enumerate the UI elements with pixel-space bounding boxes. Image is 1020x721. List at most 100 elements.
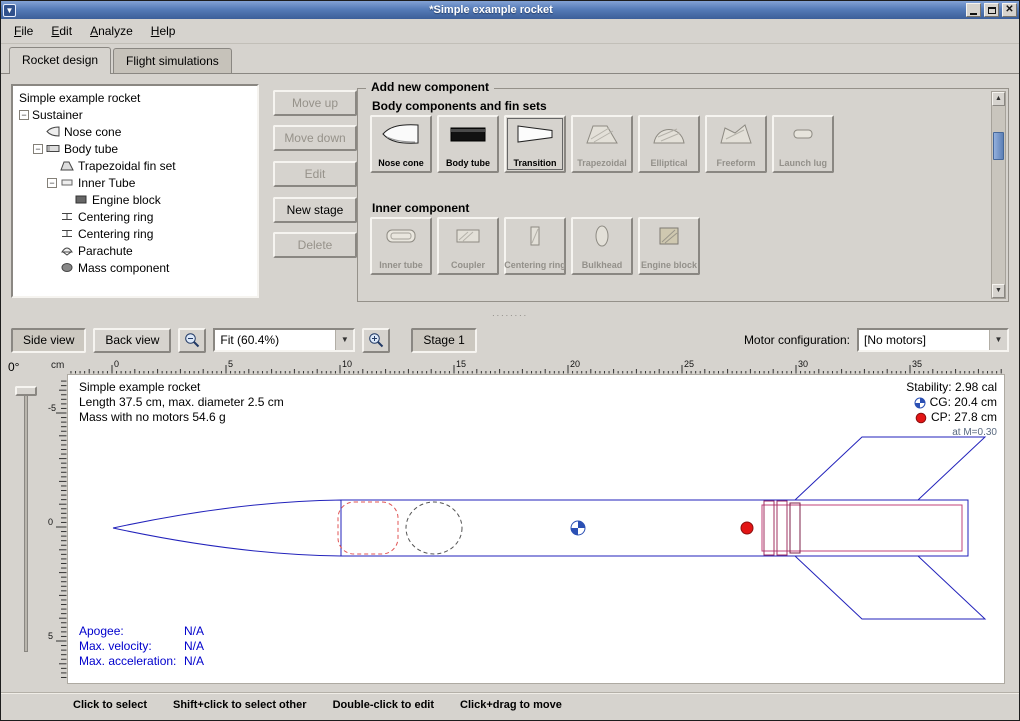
add-elliptical-fin-button: Elliptical	[638, 115, 700, 173]
maximize-icon	[988, 7, 996, 14]
add-trapezoidal-fin-button: Trapezoidal	[571, 115, 633, 173]
svg-text:25: 25	[684, 359, 694, 369]
trapezoidal-fin-icon	[582, 121, 622, 147]
rocket-dimensions: Length 37.5 cm, max. diameter 2.5 cm	[79, 395, 284, 410]
rocket-canvas: 0° cm 05101520253035 -505	[1, 358, 1019, 692]
stability-info: Stability: 2.98 cal CG: 20.4 cm CP: 27.8…	[906, 380, 997, 440]
delete-button: Delete	[273, 232, 357, 258]
rocket-info: Simple example rocket Length 37.5 cm, ma…	[79, 380, 284, 425]
component-tree: Simple example rocket − Sustainer Nose c…	[11, 84, 259, 298]
move-up-button: Move up	[273, 90, 357, 116]
horizontal-ruler: 05101520253035	[67, 358, 1005, 374]
tree-item-centering-ring-1[interactable]: Centering ring	[15, 208, 255, 225]
flight-info: Apogee:N/A Max. velocity:N/A Max. accele…	[79, 624, 204, 669]
svg-text:35: 35	[912, 359, 922, 369]
max-acceleration-value: N/A	[184, 654, 204, 668]
zoom-combobox[interactable]: Fit (60.4%) ▼	[213, 328, 355, 352]
stage1-toggle-button[interactable]: Stage 1	[411, 328, 476, 353]
rotation-slider-thumb[interactable]	[15, 386, 37, 396]
launch-lug-icon	[783, 121, 823, 147]
cg-icon	[914, 397, 926, 409]
add-launch-lug-button: Launch lug	[772, 115, 834, 173]
chevron-down-icon[interactable]: ▼	[335, 330, 353, 350]
tab-flight-simulations[interactable]: Flight simulations	[113, 48, 232, 73]
tree-item-parachute[interactable]: Parachute	[15, 242, 255, 259]
back-view-button[interactable]: Back view	[93, 328, 171, 353]
add-freeform-fin-button: Freeform	[705, 115, 767, 173]
add-body-tube-button[interactable]: Body tube	[437, 115, 499, 173]
tree-item-centering-ring-2[interactable]: Centering ring	[15, 225, 255, 242]
tree-item-rocket[interactable]: Simple example rocket	[15, 89, 255, 106]
max-velocity-value: N/A	[184, 639, 204, 653]
tree-action-buttons: Move up Move down Edit New stage Delete	[273, 90, 357, 267]
side-view-button[interactable]: Side view	[11, 328, 86, 353]
add-bulkhead-button: Bulkhead	[571, 217, 633, 275]
fin-bottom-outline[interactable]	[795, 556, 985, 619]
add-nose-cone-button[interactable]: Nose cone	[370, 115, 432, 173]
mass-component-outline[interactable]	[406, 502, 462, 554]
centering-ring-1-outline[interactable]	[764, 501, 774, 555]
cp-value: CP: 27.8 cm	[931, 410, 997, 425]
collapse-icon[interactable]: −	[33, 144, 43, 154]
max-acceleration-label: Max. acceleration:	[79, 654, 184, 669]
fin-top-outline[interactable]	[795, 437, 985, 500]
tree-item-fin-set[interactable]: Trapezoidal fin set	[15, 157, 255, 174]
menu-file[interactable]: File	[5, 21, 42, 41]
tree-item-nose-cone[interactable]: Nose cone	[15, 123, 255, 140]
collapse-icon[interactable]: −	[47, 178, 57, 188]
svg-text:10: 10	[342, 359, 352, 369]
tree-item-sustainer[interactable]: − Sustainer	[15, 106, 255, 123]
nose-cone-icon	[46, 126, 60, 137]
minimize-icon	[970, 13, 977, 15]
scroll-up-icon[interactable]: ▲	[992, 92, 1005, 106]
scroll-down-icon[interactable]: ▼	[992, 284, 1005, 298]
statusbar: Click to select Shift+click to select ot…	[1, 692, 1019, 716]
zoom-out-button[interactable]	[178, 328, 206, 353]
menu-analyze[interactable]: Analyze	[81, 21, 142, 41]
svg-text:20: 20	[570, 359, 580, 369]
tree-item-body-tube[interactable]: − Body tube	[15, 140, 255, 157]
menubar: File Edit Analyze Help	[1, 19, 1019, 44]
motor-configuration-combobox[interactable]: [No motors] ▼	[857, 328, 1009, 352]
collapse-icon[interactable]: −	[19, 110, 29, 120]
body-tube-icon	[448, 121, 488, 147]
add-transition-button[interactable]: Transition	[504, 115, 566, 173]
rocket-mass: Mass with no motors 54.6 g	[79, 410, 284, 425]
maximize-button[interactable]	[984, 3, 999, 17]
scrollbar-thumb[interactable]	[993, 132, 1004, 160]
edit-button: Edit	[273, 161, 357, 187]
engine-block-outline[interactable]	[790, 503, 800, 553]
add-component-scrollbar[interactable]: ▲ ▼	[991, 91, 1006, 299]
tree-item-engine-block[interactable]: Engine block	[15, 191, 255, 208]
rocket-name: Simple example rocket	[79, 380, 284, 395]
inner-tube-outline[interactable]	[762, 505, 962, 551]
window-icon[interactable]: ▼	[3, 4, 16, 17]
centering-ring-2-outline[interactable]	[777, 501, 787, 555]
tree-item-mass-component[interactable]: Mass component	[15, 259, 255, 276]
minimize-button[interactable]	[966, 3, 981, 17]
chevron-down-icon[interactable]: ▼	[989, 330, 1007, 350]
parachute-outline[interactable]	[338, 502, 398, 554]
tree-item-inner-tube[interactable]: − Inner Tube	[15, 174, 255, 191]
zoom-out-icon	[183, 331, 201, 349]
body-component-buttons: Nose cone Body tube Transition Trapezoid…	[370, 115, 834, 173]
menu-help[interactable]: Help	[142, 21, 185, 41]
menu-edit[interactable]: Edit	[42, 21, 81, 41]
centering-ring-icon	[515, 223, 555, 249]
transition-icon	[515, 121, 555, 147]
new-stage-button[interactable]: New stage	[273, 197, 357, 223]
rocket-drawing-area[interactable]: Simple example rocket Length 37.5 cm, ma…	[67, 374, 1005, 684]
body-tube-icon	[46, 143, 60, 154]
panel-splitter[interactable]: ∙∙∙∙∙∙∙∙	[1, 310, 1019, 322]
body-tube-outline[interactable]	[341, 500, 968, 556]
mass-component-icon	[60, 262, 74, 273]
nose-cone-outline[interactable]	[113, 500, 341, 556]
close-button[interactable]: ✕	[1002, 3, 1017, 17]
inner-tube-icon	[381, 223, 421, 249]
hint-double-click: Double-click to edit	[333, 699, 434, 711]
zoom-value: Fit (60.4%)	[215, 330, 335, 350]
tab-rocket-design[interactable]: Rocket design	[9, 47, 111, 74]
rotation-slider[interactable]	[24, 390, 28, 652]
svg-text:5: 5	[228, 359, 233, 369]
zoom-in-button[interactable]	[362, 328, 390, 353]
